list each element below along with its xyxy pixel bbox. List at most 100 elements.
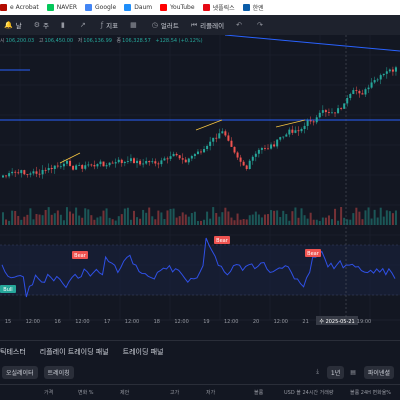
candle-body bbox=[376, 79, 379, 81]
period-select[interactable]: 1년 bbox=[326, 365, 345, 379]
filter-oscillator[interactable]: 오실레이터 bbox=[2, 365, 38, 379]
filter-trend[interactable]: 트레이칭 bbox=[43, 365, 74, 379]
candle-body bbox=[11, 171, 14, 174]
candle-body bbox=[8, 173, 11, 177]
volume-bar bbox=[218, 216, 221, 225]
toolbar-item[interactable]: ↶ bbox=[236, 21, 245, 29]
signal-label: Bear bbox=[216, 238, 229, 244]
volume-bar bbox=[297, 217, 300, 225]
candle-icon: ▮ bbox=[60, 21, 65, 29]
candle-body bbox=[114, 162, 117, 164]
volume-bar bbox=[318, 220, 321, 225]
bookmark-item[interactable]: YouTube bbox=[160, 4, 195, 11]
volume-bar bbox=[239, 219, 242, 225]
candle-body bbox=[282, 136, 285, 138]
toolbar-item[interactable]: ⏮ 리플레이 bbox=[191, 20, 225, 31]
toolbar-item[interactable]: ◷ 얼러트 bbox=[152, 20, 179, 30]
volume-bar bbox=[306, 218, 309, 225]
col-volume[interactable]: 볼륨 bbox=[254, 389, 263, 396]
volume-bar bbox=[23, 216, 26, 225]
ohlc-change: +128.54 (+0.12%) bbox=[155, 38, 203, 44]
candle-body bbox=[56, 165, 59, 167]
col-price[interactable]: 가격 bbox=[44, 389, 53, 396]
candle-body bbox=[230, 140, 233, 147]
volume-bar bbox=[303, 215, 306, 225]
candle-body bbox=[257, 149, 260, 154]
toolbar-item[interactable]: ⚙ 주 bbox=[34, 20, 49, 30]
x-axis-tick-label: 12:00 bbox=[75, 319, 89, 325]
candle-body bbox=[2, 175, 4, 178]
candle-body bbox=[340, 108, 343, 109]
candle-body bbox=[349, 93, 352, 98]
volume-bar bbox=[224, 207, 227, 225]
bookmark-label: 한엔 bbox=[252, 5, 264, 12]
toolbar-item-label: 얼러트 bbox=[160, 22, 179, 30]
candle-body bbox=[78, 165, 81, 166]
volume-bar bbox=[315, 219, 318, 225]
financial-select[interactable]: 파이넨셜 bbox=[363, 365, 394, 379]
candle-body bbox=[330, 112, 333, 114]
toolbar-item[interactable]: ƒ 지표 bbox=[101, 20, 118, 30]
toolbar-item-label: 리플레이 bbox=[200, 22, 225, 30]
col-volume-change[interactable]: 볼륨 24H 변화율% bbox=[350, 389, 391, 396]
volume-bar bbox=[120, 214, 123, 225]
volume-bar bbox=[233, 220, 236, 225]
bookmark-item[interactable]: 한엔 bbox=[242, 3, 264, 12]
candle-body bbox=[187, 158, 190, 163]
bookmark-item[interactable]: Google bbox=[85, 4, 116, 11]
x-axis-tick-label: 18 bbox=[154, 319, 160, 325]
bookmark-item[interactable]: e Acrobat bbox=[0, 4, 39, 11]
candle-body bbox=[14, 171, 17, 173]
toolbar-item[interactable]: ▦ bbox=[130, 21, 140, 29]
ohlc-low-label: 저 bbox=[77, 38, 83, 44]
volume-bar bbox=[300, 208, 303, 225]
volume-bar bbox=[8, 220, 11, 225]
toolbar-item[interactable]: ↷ bbox=[257, 21, 266, 29]
bookmark-item[interactable]: NAVER bbox=[46, 4, 77, 11]
col-high[interactable]: 고가 bbox=[170, 389, 179, 396]
tab-strategy-tester[interactable]: 틱테스터 bbox=[0, 347, 26, 357]
volume-bar bbox=[29, 208, 32, 225]
bookmark-favicon-icon bbox=[202, 4, 210, 11]
bookmark-item[interactable]: 넷플릭스 bbox=[202, 3, 235, 12]
col-low[interactable]: 저가 bbox=[206, 389, 215, 396]
candle-body bbox=[44, 169, 47, 171]
volume-bar bbox=[105, 208, 108, 225]
candle-body bbox=[263, 148, 266, 149]
layout-icon[interactable]: ▤ bbox=[350, 369, 356, 376]
toolbar-item[interactable]: ▮ bbox=[61, 21, 68, 29]
volume-bar bbox=[99, 216, 102, 225]
volume-bar bbox=[324, 217, 327, 225]
bookmark-item[interactable]: Daum bbox=[124, 4, 152, 11]
col-bid[interactable]: 제안 bbox=[120, 389, 129, 396]
price-chart[interactable]: Bear Bear Bear Bull 15 12:00 16 12:00 17 12:00 18 1… bbox=[0, 35, 400, 340]
volume-bar bbox=[69, 211, 72, 225]
bookmark-bar: e Acrobat NAVER Google Daum YouTube 넷플릭스 한엔 bbox=[0, 0, 400, 15]
volume-bar bbox=[132, 210, 135, 225]
candle-body bbox=[227, 135, 230, 141]
bookmark-label: e Acrobat bbox=[10, 4, 39, 11]
download-icon[interactable]: ⤓ bbox=[316, 368, 319, 376]
toolbar-item[interactable]: 🔔 날 bbox=[4, 20, 22, 30]
col-usd-volume[interactable]: USD 볼 24시간 거래량 bbox=[284, 389, 333, 396]
toolbar-item[interactable]: ↗ bbox=[80, 21, 89, 29]
volume-bar bbox=[117, 216, 120, 225]
candle-body bbox=[312, 121, 315, 123]
candle-body bbox=[394, 67, 397, 72]
volume-bar bbox=[248, 215, 251, 225]
volume-bar bbox=[59, 214, 62, 225]
x-axis-tick-label: 12:00 bbox=[125, 319, 139, 325]
tab-replay-trading[interactable]: 리플레이 트레이딩 패널 bbox=[40, 347, 109, 357]
candle-body bbox=[69, 160, 72, 166]
indicator-icon: ƒ bbox=[100, 21, 104, 29]
candle-body bbox=[105, 165, 108, 167]
candle-body bbox=[321, 110, 324, 113]
candle-body bbox=[111, 162, 114, 164]
candle-body bbox=[355, 90, 358, 91]
volume-bar bbox=[163, 219, 166, 225]
volume-bar bbox=[321, 217, 324, 225]
candle-body bbox=[358, 90, 361, 94]
col-change[interactable]: 변화 % bbox=[78, 389, 94, 396]
tab-trading-panel[interactable]: 트레이딩 패널 bbox=[123, 347, 164, 357]
candle-body bbox=[364, 89, 367, 95]
